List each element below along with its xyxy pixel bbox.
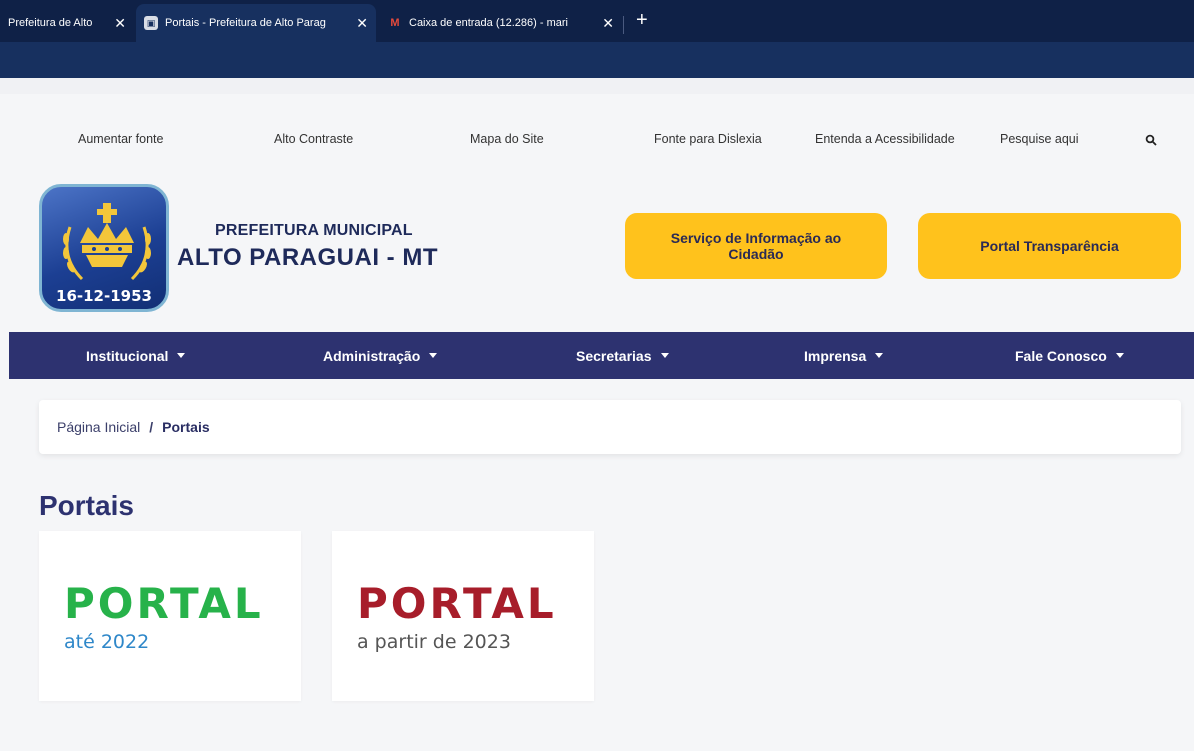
nav-item-administracao[interactable]: Administração <box>323 332 438 379</box>
breadcrumb-separator: / <box>149 419 154 435</box>
caret-down-icon <box>660 353 669 358</box>
tab-title: Prefeitura de Alto <box>8 17 93 29</box>
site-map-link[interactable]: Mapa do Site <box>470 132 544 146</box>
nav-item-label: Fale Conosco <box>1015 347 1107 364</box>
breadcrumb: Página Inicial / Portais <box>39 400 1181 454</box>
browser-tab-active[interactable]: ▣ Portais - Prefeitura de Alto Parag ✕ <box>136 4 376 42</box>
tab-title: Caixa de entrada (12.286) - mari <box>409 17 568 29</box>
page-top-strip <box>0 78 1194 94</box>
portal-card-title: PORTAL <box>357 579 557 628</box>
search-icon[interactable] <box>1145 134 1157 146</box>
gmail-icon: M <box>390 17 400 29</box>
nav-item-label: Imprensa <box>804 347 867 364</box>
nav-item-label: Institucional <box>86 347 169 364</box>
page-title: Portais <box>39 490 134 521</box>
logo-founding-date: 16-12-1953 <box>56 287 152 305</box>
breadcrumb-home-link[interactable]: Página Inicial <box>57 419 140 435</box>
caret-down-icon <box>429 353 438 358</box>
nav-item-institucional[interactable]: Institucional <box>86 332 186 379</box>
main-nav: Institucional Administração Secretarias … <box>9 332 1194 379</box>
search-input[interactable]: Pesquise aqui <box>1000 132 1079 146</box>
portal-card-subtitle: a partir de 2023 <box>357 631 511 653</box>
browser-toolbar <box>0 42 1194 78</box>
portal-card-title: PORTAL <box>64 579 264 628</box>
browser-tab[interactable]: Prefeitura de Alto ✕ <box>0 4 134 42</box>
logo-title-line2[interactable]: ALTO PARAGUAI - MT <box>177 244 438 272</box>
accessibility-info-link[interactable]: Entenda a Acessibilidade <box>815 132 955 146</box>
municipal-logo[interactable]: 16-12-1953 <box>39 184 169 312</box>
close-tab-icon[interactable]: ✕ <box>602 15 614 32</box>
dyslexia-font-link[interactable]: Fonte para Dislexia <box>654 132 762 146</box>
close-tab-icon[interactable]: ✕ <box>356 15 368 32</box>
new-tab-button[interactable]: + <box>636 9 648 32</box>
browser-tabstrip: Prefeitura de Alto ✕ ▣ Portais - Prefeit… <box>0 0 1194 42</box>
tab-title: Portais - Prefeitura de Alto Parag <box>165 17 326 29</box>
portal-card-ate-2022[interactable]: PORTAL até 2022 <box>39 531 301 701</box>
sic-button[interactable]: Serviço de Informação ao Cidadão <box>625 213 887 279</box>
close-tab-icon[interactable]: ✕ <box>114 15 126 32</box>
transparency-portal-button[interactable]: Portal Transparência <box>918 213 1181 279</box>
nav-item-secretarias[interactable]: Secretarias <box>576 332 669 379</box>
nav-item-label: Secretarias <box>576 347 652 364</box>
prefeitura-favicon-icon: ▣ <box>144 16 158 30</box>
increase-font-link[interactable]: Aumentar fonte <box>78 132 163 146</box>
portal-card-a-partir-2023[interactable]: PORTAL a partir de 2023 <box>332 531 594 701</box>
caret-down-icon <box>177 353 186 358</box>
portal-card-subtitle: até 2022 <box>64 631 150 653</box>
nav-item-imprensa[interactable]: Imprensa <box>804 332 884 379</box>
breadcrumb-current: Portais <box>162 419 210 435</box>
logo-title-line1[interactable]: PREFEITURA MUNICIPAL <box>215 222 413 240</box>
caret-down-icon <box>1115 353 1124 358</box>
high-contrast-link[interactable]: Alto Contraste <box>274 132 353 146</box>
nav-item-fale-conosco[interactable]: Fale Conosco <box>1015 332 1124 379</box>
caret-down-icon <box>875 353 884 358</box>
nav-item-label: Administração <box>323 347 421 364</box>
tab-separator <box>623 16 624 34</box>
browser-tab[interactable]: M Caixa de entrada (12.286) - mari ✕ <box>380 4 622 42</box>
web-page: Aumentar fonte Alto Contraste Mapa do Si… <box>9 94 1194 751</box>
